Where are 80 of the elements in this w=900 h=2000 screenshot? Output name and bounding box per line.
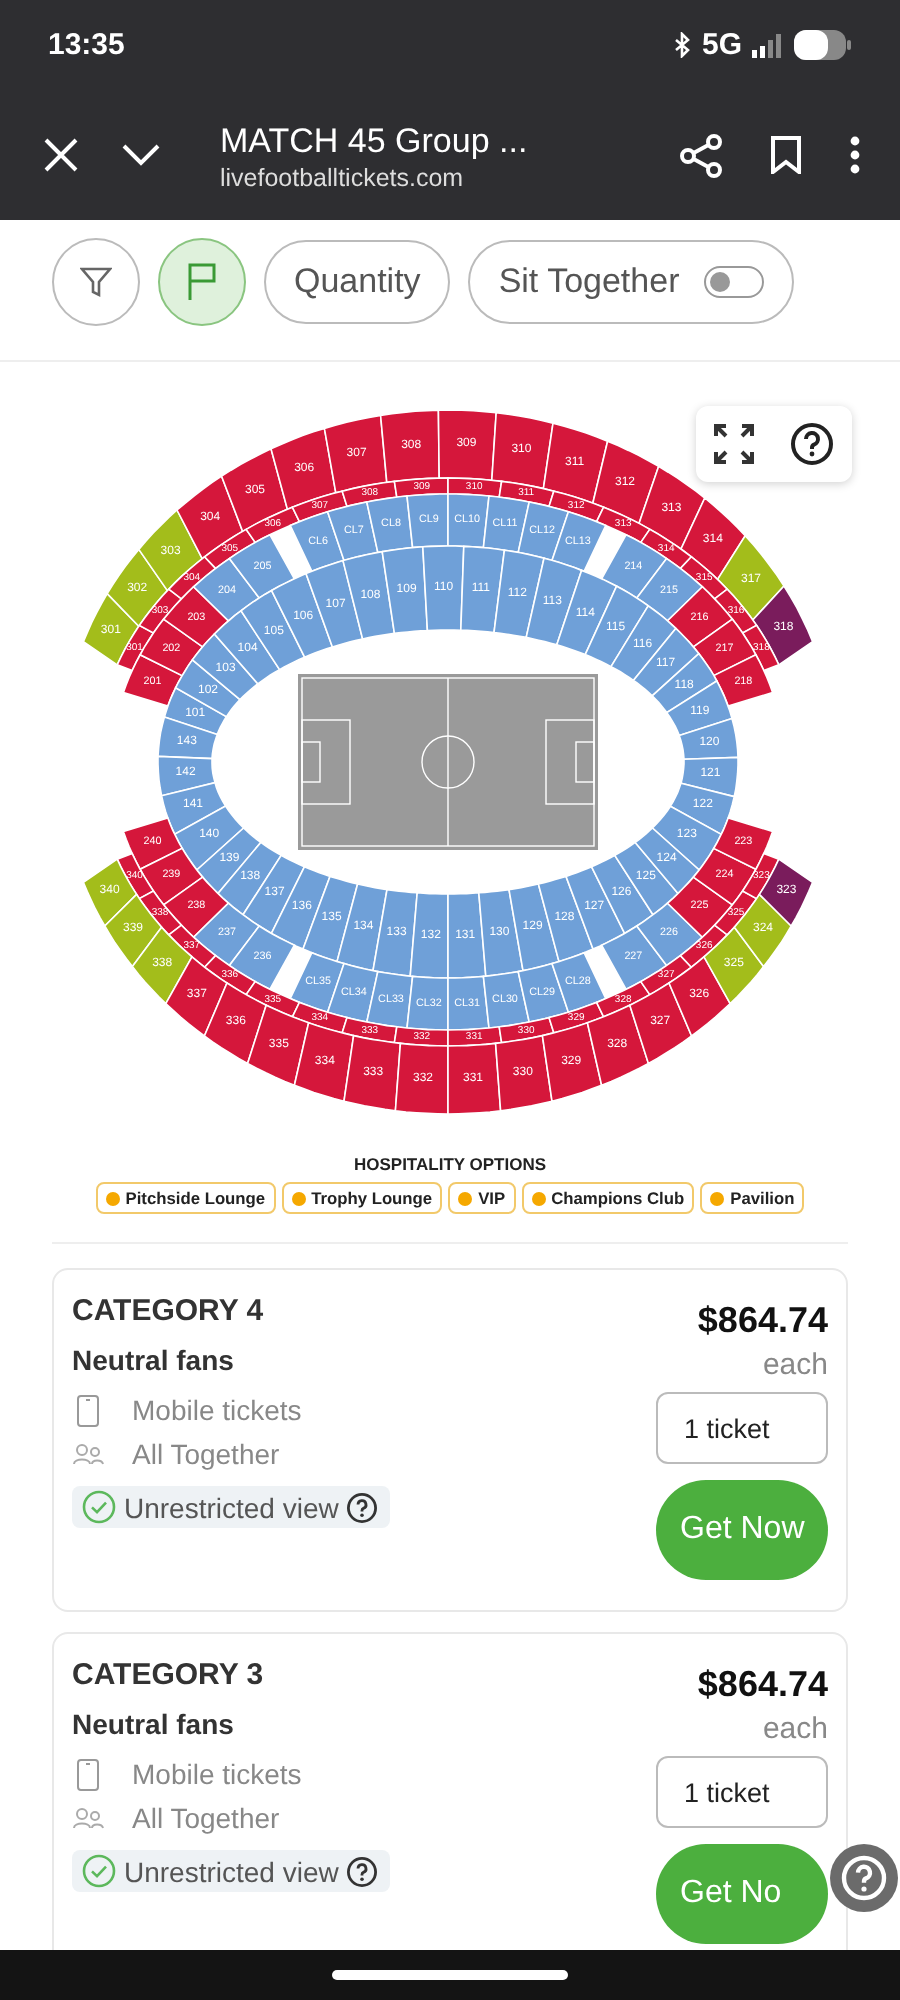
seat-section[interactable] — [712, 817, 774, 871]
help-icon[interactable] — [790, 422, 834, 466]
check-circle-icon — [82, 1490, 116, 1524]
clock-time: 13:35 — [48, 28, 125, 62]
seat-section[interactable] — [591, 440, 660, 525]
help-icon[interactable] — [346, 1855, 379, 1887]
toggle-switch[interactable] — [703, 266, 764, 298]
seat-section[interactable] — [542, 422, 609, 505]
flag-button[interactable] — [158, 238, 246, 326]
fan-type: Neutral fans — [72, 1344, 236, 1376]
seat-section[interactable] — [343, 1034, 402, 1112]
seat-section[interactable] — [638, 465, 706, 551]
price-unit: each — [762, 1712, 828, 1746]
view-label: Unrestricted view — [124, 1491, 339, 1523]
seat-section[interactable] — [160, 781, 227, 836]
people-icon — [72, 1806, 104, 1830]
help-icon — [840, 1854, 888, 1902]
feature-text: Mobile tickets — [132, 1394, 302, 1426]
check-circle-icon — [82, 1854, 116, 1888]
legend-title: HOSPITALITY OPTIONS — [353, 1154, 547, 1174]
seat-section[interactable] — [634, 826, 701, 895]
phone-icon — [72, 1393, 104, 1427]
hospitality-chip[interactable]: Pavilion — [700, 1182, 805, 1214]
seat-section[interactable] — [220, 447, 289, 533]
expand-icon[interactable] — [714, 424, 754, 464]
signal-icon — [752, 33, 784, 57]
chevron-down-icon[interactable] — [122, 144, 160, 166]
help-button[interactable] — [830, 1844, 898, 1912]
quantity-button[interactable]: Quantity — [264, 240, 451, 324]
seat-section[interactable] — [628, 981, 693, 1065]
seat-section[interactable] — [270, 427, 337, 511]
hospitality-chip[interactable]: Pitchside Lounge — [95, 1182, 276, 1214]
battery-icon — [794, 30, 852, 60]
seat-section[interactable] — [246, 1004, 310, 1087]
seat-section[interactable] — [203, 981, 268, 1065]
seat-section[interactable] — [437, 409, 498, 482]
network-type: 5G — [701, 28, 742, 62]
share-icon[interactable] — [680, 133, 722, 177]
quantity-select[interactable]: 1 ticket — [656, 1756, 828, 1828]
ticket-price: $864.74 — [697, 1664, 828, 1706]
seat-section[interactable] — [323, 414, 388, 494]
fan-type: Neutral fans — [72, 1708, 236, 1740]
seat-section[interactable] — [751, 584, 814, 666]
seat-section[interactable] — [490, 411, 554, 490]
people-icon — [72, 1442, 104, 1466]
seat-section[interactable] — [176, 475, 244, 560]
seat-section[interactable] — [541, 1021, 603, 1103]
seat-section[interactable] — [712, 653, 774, 707]
seat-section[interactable] — [213, 609, 281, 685]
seat-section[interactable] — [632, 627, 700, 697]
category-title: CATEGORY 4 — [72, 1294, 266, 1328]
seat-section[interactable] — [326, 501, 379, 562]
filter-icon — [80, 266, 112, 298]
category-title: CATEGORY 3 — [72, 1658, 266, 1692]
seat-section[interactable] — [494, 1034, 553, 1112]
flag-icon — [186, 262, 218, 302]
phone-icon — [72, 1757, 104, 1791]
help-icon[interactable] — [346, 1491, 379, 1523]
seat-section[interactable] — [665, 679, 733, 737]
bookmark-icon[interactable] — [770, 136, 802, 174]
filter-label: Sit Together — [498, 262, 680, 302]
hospitality-chip[interactable]: Champions Club — [521, 1182, 695, 1214]
quantity-select[interactable]: 1 ticket — [656, 1392, 828, 1464]
seat-section[interactable] — [586, 1004, 650, 1087]
more-icon[interactable] — [850, 136, 860, 174]
filter-button[interactable] — [52, 238, 140, 326]
hospitality-chip[interactable]: VIP — [448, 1182, 516, 1214]
price-unit: each — [762, 1348, 828, 1382]
seat-section[interactable] — [447, 1042, 502, 1115]
close-icon[interactable] — [44, 138, 78, 172]
hospitality-chip[interactable]: Trophy Lounge — [281, 1182, 443, 1214]
seat-section[interactable] — [293, 1021, 355, 1103]
page-url: livefootballtickets.com — [220, 163, 466, 191]
view-label: Unrestricted view — [124, 1855, 339, 1887]
feature-text: All Together — [132, 1438, 280, 1470]
feature-text: Mobile tickets — [132, 1758, 302, 1790]
bluetooth-icon — [673, 32, 692, 58]
page-title: MATCH 45 Group ... — [220, 119, 530, 163]
feature-text: All Together — [132, 1802, 280, 1834]
ticket-price: $864.74 — [697, 1300, 828, 1342]
